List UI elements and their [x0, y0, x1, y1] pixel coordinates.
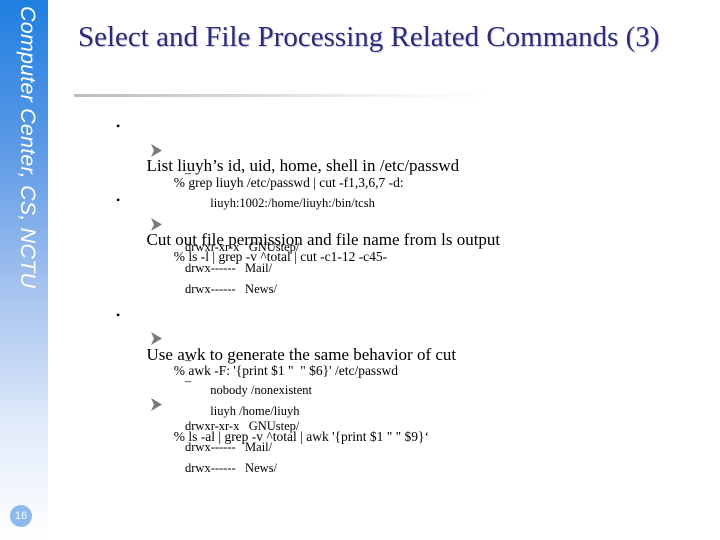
arrow-bullet-icon [151, 398, 162, 411]
dash-icon: – [185, 353, 192, 367]
arrow-bullet-icon [151, 218, 162, 231]
arrow-bullet-icon [151, 144, 162, 157]
sidebar-label: Computer Center, CS, NCTU [16, 6, 40, 289]
bullet-icon: • [116, 308, 121, 322]
bullet-icon: • [116, 193, 121, 207]
dash-icon: – [185, 374, 192, 388]
sidebar: Computer Center, CS, NCTU 16 [0, 0, 48, 540]
bullet-2-output-2: drwx------ Mail/ [185, 261, 273, 275]
bullet-2-output-3: drwx------ News/ [185, 282, 277, 296]
bullet-icon: • [116, 119, 121, 133]
bullet-3-output-4: drwx------ Mail/ [185, 440, 273, 454]
bullet-3-output-3: drwxr-xr-x GNUstep/ [185, 419, 300, 433]
dash-icon: – [185, 166, 192, 180]
title-divider [74, 94, 494, 97]
bullet-3-output-5: drwx------ News/ [185, 461, 277, 475]
arrow-bullet-icon [151, 332, 162, 345]
slide-title: Select and File Processing Related Comma… [78, 21, 660, 53]
page-number-badge: 16 [10, 505, 32, 527]
bullet-2-output-1: drwxr-xr-x GNUstep/ [185, 240, 300, 254]
